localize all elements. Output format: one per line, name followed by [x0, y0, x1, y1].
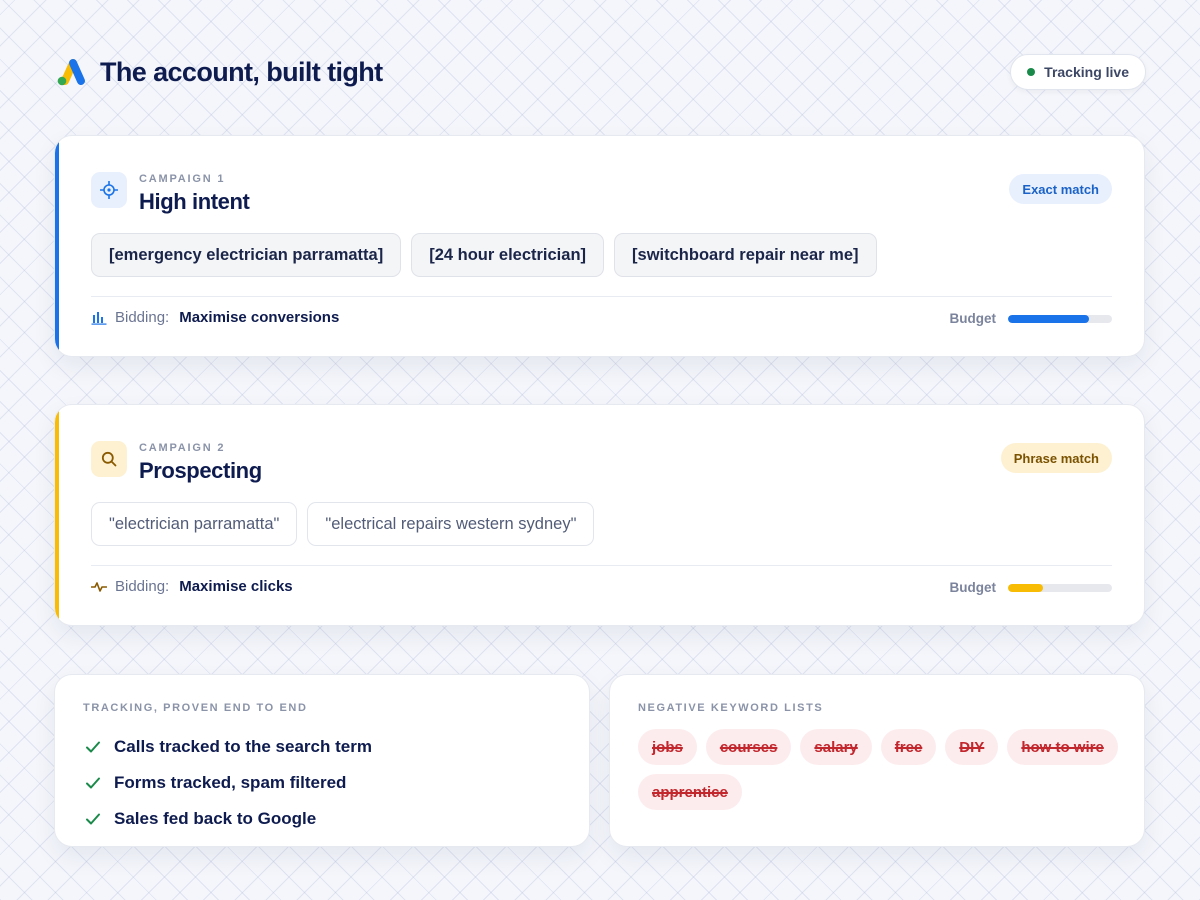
- divider: [91, 296, 1112, 297]
- list-item-label: Forms tracked, spam filtered: [114, 773, 347, 792]
- page-title: The account, built tight: [100, 56, 383, 87]
- match-type-badge: Exact match: [1009, 174, 1112, 204]
- check-icon: [86, 741, 100, 753]
- negative-keyword-chip: salary: [800, 729, 872, 765]
- negative-keyword-chip: apprentice: [638, 774, 742, 810]
- budget-progress-bar: [1008, 314, 1112, 323]
- keyword-chip: "electrical repairs western sydney": [307, 502, 595, 546]
- negative-keyword-chip: how to wire: [1007, 729, 1118, 765]
- bidding-strategy: Bidding: Maximise conversions: [91, 309, 339, 326]
- match-type-badge: Phrase match: [1000, 443, 1112, 473]
- keyword-list: [emergency electrician parramatta] [24 h…: [91, 233, 877, 277]
- bidding-strategy: Bidding: Maximise clicks: [91, 578, 293, 595]
- bar-chart-icon: [91, 311, 107, 325]
- campaign-name: Prospecting: [139, 458, 262, 483]
- budget-progress-fill: [1008, 314, 1090, 323]
- negative-keyword-chip: free: [880, 729, 937, 765]
- campaign-accent-bar: [55, 136, 59, 356]
- divider: [91, 565, 1112, 566]
- negative-keyword-list: jobs courses salary free DIY how to wire…: [638, 729, 1118, 810]
- check-icon: [86, 777, 100, 789]
- keyword-chip: [switchboard repair near me]: [614, 233, 877, 277]
- search-icon: [91, 441, 127, 477]
- list-item-label: Calls tracked to the search term: [114, 737, 372, 756]
- campaign-card-prospecting: CAMPAIGN 2 Prospecting Phrase match "ele…: [54, 404, 1145, 626]
- negative-keyword-chip: DIY: [945, 729, 999, 765]
- campaign-header: CAMPAIGN 1 High intent: [91, 172, 250, 215]
- budget-label: Budget: [949, 311, 997, 326]
- list-item: Forms tracked, spam filtered: [85, 765, 372, 801]
- tracking-status-label: Tracking live: [1044, 64, 1129, 80]
- negative-keywords-panel: NEGATIVE KEYWORD LISTS jobs courses sala…: [609, 674, 1145, 847]
- panel-kicker: TRACKING, PROVEN END TO END: [83, 702, 308, 714]
- crosshair-icon: [91, 172, 127, 208]
- campaign-accent-bar: [55, 405, 59, 625]
- check-icon: [86, 813, 100, 825]
- brand: The account, built tight: [54, 55, 383, 89]
- budget-label: Budget: [949, 580, 997, 595]
- budget-progress-bar: [1008, 583, 1112, 592]
- campaign-kicker: CAMPAIGN 2: [139, 442, 226, 454]
- bidding-value: Maximise conversions: [179, 309, 340, 326]
- bidding-label: Bidding:: [115, 578, 170, 595]
- negative-keyword-chip: courses: [705, 729, 792, 765]
- bidding-label: Bidding:: [115, 309, 170, 326]
- campaign-name: High intent: [139, 189, 250, 214]
- campaign-header: CAMPAIGN 2 Prospecting: [91, 441, 262, 484]
- bidding-value: Maximise clicks: [179, 578, 293, 595]
- pulse-icon: [91, 581, 107, 592]
- list-item-label: Sales fed back to Google: [114, 809, 317, 828]
- google-ads-logo-icon: [57, 59, 85, 86]
- negative-keyword-chip: jobs: [638, 729, 697, 765]
- campaign-kicker: CAMPAIGN 1: [139, 173, 226, 185]
- list-item: Sales fed back to Google: [85, 801, 372, 837]
- list-item: Calls tracked to the search term: [85, 729, 372, 765]
- keyword-chip: "electrician parramatta": [91, 502, 298, 546]
- header: The account, built tight Tracking live: [54, 52, 1146, 92]
- panel-kicker: NEGATIVE KEYWORD LISTS: [638, 702, 824, 714]
- keyword-chip: [emergency electrician parramatta]: [91, 233, 402, 277]
- tracking-panel: TRACKING, PROVEN END TO END Calls tracke…: [54, 674, 590, 847]
- status-dot-icon: [1027, 68, 1036, 76]
- budget-indicator: Budget: [949, 580, 1112, 595]
- campaign-card-high-intent: CAMPAIGN 1 High intent Exact match [emer…: [54, 135, 1145, 357]
- keyword-list: "electrician parramatta" "electrical rep…: [91, 502, 595, 546]
- budget-indicator: Budget: [949, 311, 1112, 326]
- tracking-checklist: Calls tracked to the search term Forms t…: [85, 729, 372, 837]
- keyword-chip: [24 hour electrician]: [411, 233, 605, 277]
- tracking-status-badge: Tracking live: [1010, 54, 1146, 90]
- budget-progress-fill: [1008, 583, 1044, 592]
